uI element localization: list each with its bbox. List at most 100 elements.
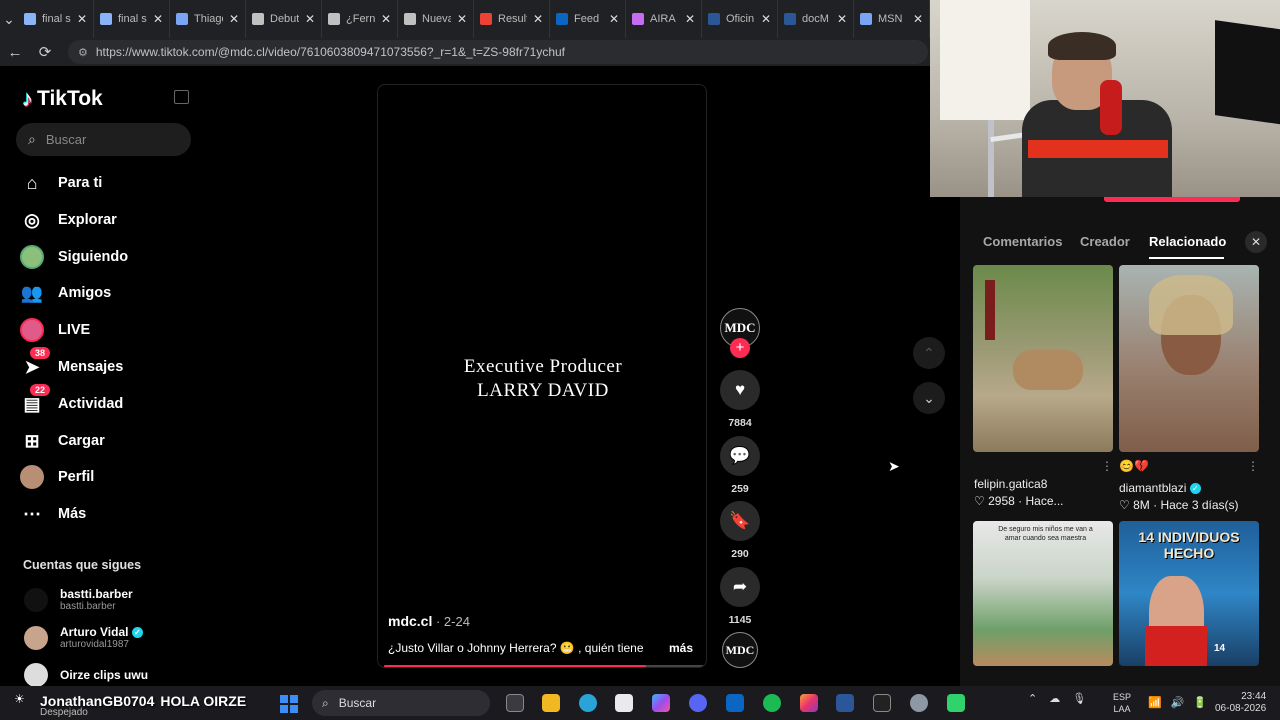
video-player[interactable]: Executive Producer LARRY DAVID mdc.cl · …: [377, 84, 707, 668]
follow-plus-icon[interactable]: +: [730, 338, 750, 358]
sidebar-item-actividad[interactable]: ▤ 22 Actividad: [18, 384, 198, 419]
task-view-icon[interactable]: [506, 694, 524, 712]
sidebar-item-m-s[interactable]: ⋯ Más: [18, 499, 198, 529]
linkedin-icon[interactable]: [726, 694, 744, 712]
file-explorer-icon[interactable]: [542, 694, 560, 712]
collapse-sidebar-icon[interactable]: [174, 90, 189, 104]
microphone-icon[interactable]: 🎙: [1072, 692, 1086, 705]
heart-icon[interactable]: ♥: [720, 370, 760, 410]
related-username-text[interactable]: diamantblazi: [1119, 481, 1186, 495]
clock[interactable]: 23:44 06-08-2026: [1215, 691, 1266, 715]
tab-close-icon[interactable]: ✕: [685, 12, 695, 26]
sidebar-item-para-ti[interactable]: ⌂ Para ti: [18, 168, 198, 198]
browser-tab[interactable]: AIRA ✕: [626, 0, 702, 38]
browser-tab[interactable]: ¿Ferna ✕: [322, 0, 398, 38]
followed-account[interactable]: Oirze clips uwu: [24, 663, 148, 687]
more-link[interactable]: más: [669, 641, 693, 655]
browser-tab[interactable]: Result ✕: [474, 0, 550, 38]
related-username[interactable]: diamantblazi ✓: [1119, 481, 1201, 495]
windows-start-icon[interactable]: [280, 695, 298, 713]
tab-close-icon[interactable]: ✕: [457, 12, 467, 26]
close-icon[interactable]: ✕: [1245, 231, 1267, 253]
sidebar-item-explorar[interactable]: ◎ Explorar: [18, 205, 198, 235]
status-icons[interactable]: 📶 🔊 🔋: [1148, 696, 1207, 709]
browser-tab[interactable]: Debut ✕: [246, 0, 322, 38]
tab-search-menu-icon[interactable]: ⌄: [0, 0, 18, 38]
browser-tab[interactable]: MSN ✕: [854, 0, 930, 38]
card-options-icon[interactable]: ⋮: [1247, 459, 1259, 473]
browser-tab[interactable]: Oficin ✕: [702, 0, 778, 38]
sidebar-item-perfil[interactable]: Perfil: [18, 462, 198, 492]
copilot-icon[interactable]: [652, 694, 670, 712]
tab-close-icon[interactable]: ✕: [305, 12, 315, 26]
wifi-icon[interactable]: 📶: [1148, 696, 1162, 709]
avatar[interactable]: [24, 587, 48, 612]
tab-comentarios[interactable]: Comentarios: [983, 234, 1062, 249]
tab-close-icon[interactable]: ✕: [229, 12, 239, 26]
tiktok-logo[interactable]: ♪ TikTok: [22, 86, 103, 112]
save-action[interactable]: 🔖 290: [720, 501, 760, 560]
share-action[interactable]: ➦ 1145: [720, 567, 760, 626]
edge-icon[interactable]: [579, 694, 597, 712]
tab-close-icon[interactable]: ✕: [153, 12, 163, 26]
share-icon[interactable]: ➦: [720, 567, 760, 607]
weather-widget[interactable]: ☀: [14, 692, 25, 706]
language-indicator[interactable]: ESP LAA: [1113, 691, 1131, 715]
cloud-icon[interactable]: ☁: [1049, 692, 1060, 705]
settings-icon[interactable]: [910, 694, 928, 712]
browser-tab[interactable]: docM ✕: [778, 0, 854, 38]
sidebar-item-mensajes[interactable]: ➤ 38 Mensajes: [18, 347, 198, 382]
chevron-up-icon[interactable]: ⌃: [1028, 692, 1037, 705]
like-action[interactable]: ♥ 7884: [720, 370, 760, 429]
taskbar-search[interactable]: ⌕ Buscar: [312, 690, 490, 716]
system-tray[interactable]: ⌃ ☁ 🎙: [1028, 692, 1086, 705]
avatar[interactable]: [24, 663, 48, 687]
followed-account[interactable]: bastti.barber bastti.barber: [24, 587, 133, 612]
browser-tab[interactable]: Feed ✕: [550, 0, 626, 38]
next-video-icon[interactable]: ⌄: [913, 382, 945, 414]
game-app-icon[interactable]: [947, 694, 965, 712]
instagram-icon[interactable]: [800, 694, 818, 712]
tab-creador[interactable]: Creador: [1080, 234, 1130, 249]
store-icon[interactable]: [615, 694, 633, 712]
epic-games-icon[interactable]: [873, 694, 891, 712]
related-video-thumbnail[interactable]: [1119, 265, 1259, 452]
sound-disc-avatar[interactable]: MDC: [722, 632, 758, 668]
related-username[interactable]: felipin.gatica8: [974, 477, 1047, 491]
video-progress-bar[interactable]: [384, 665, 704, 667]
site-info-icon[interactable]: ⚙: [78, 46, 88, 59]
bookmark-icon[interactable]: 🔖: [720, 501, 760, 541]
tab-close-icon[interactable]: ✕: [609, 12, 619, 26]
url-field[interactable]: ⚙ https://www.tiktok.com/@mdc.cl/video/7…: [68, 40, 928, 64]
tab-close-icon[interactable]: ✕: [761, 12, 771, 26]
tab-close-icon[interactable]: ✕: [533, 12, 543, 26]
avatar[interactable]: [24, 625, 48, 650]
related-video-thumbnail[interactable]: [973, 265, 1113, 452]
tab-close-icon[interactable]: ✕: [837, 12, 847, 26]
card-options-icon[interactable]: ⋮: [1101, 459, 1113, 473]
related-video-thumbnail[interactable]: 14 INDIVIDUOS HECHO 14: [1119, 521, 1259, 666]
word-icon[interactable]: [836, 694, 854, 712]
sidebar-item-cargar[interactable]: ⊞ Cargar: [18, 426, 198, 456]
battery-icon[interactable]: 🔋: [1193, 696, 1207, 709]
tab-close-icon[interactable]: ✕: [381, 12, 391, 26]
sidebar-item-amigos[interactable]: 👥 Amigos: [18, 278, 198, 308]
tab-close-icon[interactable]: ✕: [77, 12, 87, 26]
previous-video-icon[interactable]: ⌃: [913, 337, 945, 369]
back-icon[interactable]: ←: [0, 44, 30, 61]
followed-account[interactable]: Arturo Vidal ✓ arturovidal1987: [24, 625, 143, 650]
video-author[interactable]: mdc.cl · 2-24: [388, 613, 470, 629]
comment-action[interactable]: 💬 259: [720, 436, 760, 495]
discord-icon[interactable]: [689, 694, 707, 712]
comment-icon[interactable]: 💬: [720, 436, 760, 476]
creator-avatar-button[interactable]: MDC +: [720, 308, 760, 358]
browser-tab[interactable]: Thiago ✕: [170, 0, 246, 38]
browser-tab[interactable]: final s ✕: [94, 0, 170, 38]
browser-tab[interactable]: Nueva ✕: [398, 0, 474, 38]
spotify-icon[interactable]: [763, 694, 781, 712]
tab-close-icon[interactable]: ✕: [913, 12, 923, 26]
reload-icon[interactable]: ⟳: [30, 43, 60, 61]
related-video-thumbnail[interactable]: De seguro mis niños me van a amar cuando…: [973, 521, 1113, 666]
tab-relacionado[interactable]: Relacionado: [1149, 234, 1226, 249]
sound-disc[interactable]: MDC: [720, 632, 760, 668]
